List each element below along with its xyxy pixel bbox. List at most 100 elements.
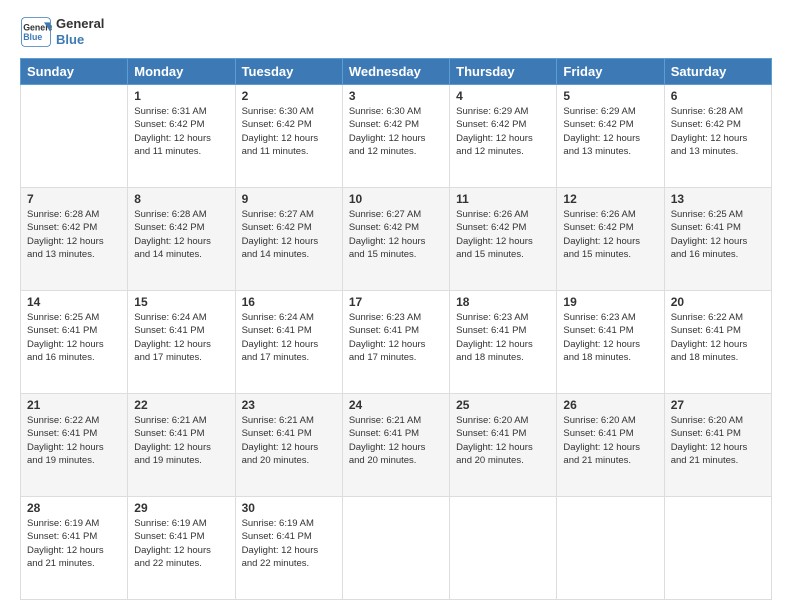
day-number: 9 [242, 192, 336, 206]
calendar-cell [664, 497, 771, 600]
day-info: Sunrise: 6:29 AMSunset: 6:42 PMDaylight:… [563, 105, 657, 158]
calendar-cell: 6Sunrise: 6:28 AMSunset: 6:42 PMDaylight… [664, 85, 771, 188]
day-info: Sunrise: 6:29 AMSunset: 6:42 PMDaylight:… [456, 105, 550, 158]
calendar-cell: 5 Sunrise: 6:29 AMSunset: 6:42 PMDaylight… [557, 85, 664, 188]
calendar-cell: 8 Sunrise: 6:28 AMSunset: 6:42 PMDaylight… [128, 188, 235, 291]
day-number: 13 [671, 192, 765, 206]
day-info: Sunrise: 6:27 AMSunset: 6:42 PMDaylight:… [349, 208, 443, 261]
calendar-cell: 29 Sunrise: 6:19 AMSunset: 6:41 PMDayligh… [128, 497, 235, 600]
week-row-1: 7 Sunrise: 6:28 AMSunset: 6:42 PMDaylight… [21, 188, 772, 291]
day-number: 17 [349, 295, 443, 309]
day-number: 7 [27, 192, 121, 206]
calendar-cell: 3 Sunrise: 6:30 AMSunset: 6:42 PMDaylight… [342, 85, 449, 188]
day-info: Sunrise: 6:23 AMSunset: 6:41 PMDaylight:… [456, 311, 550, 364]
day-number: 11 [456, 192, 550, 206]
header: General Blue General Blue [20, 16, 772, 48]
calendar-cell [557, 497, 664, 600]
calendar-cell: 7 Sunrise: 6:28 AMSunset: 6:42 PMDaylight… [21, 188, 128, 291]
day-number: 10 [349, 192, 443, 206]
calendar-cell: 17 Sunrise: 6:23 AMSunset: 6:41 PMDayligh… [342, 291, 449, 394]
calendar-cell: 4 Sunrise: 6:29 AMSunset: 6:42 PMDaylight… [450, 85, 557, 188]
calendar-cell: 14 Sunrise: 6:25 AMSunset: 6:41 PMDayligh… [21, 291, 128, 394]
day-number: 14 [27, 295, 121, 309]
calendar-cell: 27 Sunrise: 6:20 AMSunset: 6:41 PMDayligh… [664, 394, 771, 497]
day-info: Sunrise: 6:28 AMSunset: 6:42 PMDaylight:… [671, 105, 765, 158]
day-info: Sunrise: 6:23 AMSunset: 6:41 PMDaylight:… [349, 311, 443, 364]
col-header-saturday: Saturday [664, 59, 771, 85]
day-info: Sunrise: 6:20 AMSunset: 6:41 PMDaylight:… [456, 414, 550, 467]
week-row-2: 14 Sunrise: 6:25 AMSunset: 6:41 PMDayligh… [21, 291, 772, 394]
day-number: 26 [563, 398, 657, 412]
logo: General Blue General Blue [20, 16, 104, 48]
calendar-cell: 15Sunrise: 6:24 AMSunset: 6:41 PMDayligh… [128, 291, 235, 394]
calendar-cell: 25Sunrise: 6:20 AMSunset: 6:41 PMDayligh… [450, 394, 557, 497]
week-row-0: 1 Sunrise: 6:31 AMSunset: 6:42 PMDaylight… [21, 85, 772, 188]
day-number: 3 [349, 89, 443, 103]
logo-icon: General Blue [20, 16, 52, 48]
calendar-cell: 23 Sunrise: 6:21 AMSunset: 6:41 PMDayligh… [235, 394, 342, 497]
col-header-thursday: Thursday [450, 59, 557, 85]
day-number: 1 [134, 89, 228, 103]
day-info: Sunrise: 6:28 AMSunset: 6:42 PMDaylight:… [27, 208, 121, 261]
page: General Blue General Blue SundayMondayTu… [0, 0, 792, 612]
day-info: Sunrise: 6:20 AMSunset: 6:41 PMDaylight:… [563, 414, 657, 467]
calendar-cell: 2Sunrise: 6:30 AMSunset: 6:42 PMDaylight… [235, 85, 342, 188]
day-number: 29 [134, 501, 228, 515]
day-number: 27 [671, 398, 765, 412]
col-header-monday: Monday [128, 59, 235, 85]
calendar-cell: 13 Sunrise: 6:25 AMSunset: 6:41 PMDayligh… [664, 188, 771, 291]
day-info: Sunrise: 6:25 AMSunset: 6:41 PMDaylight:… [671, 208, 765, 261]
calendar-cell: 11 Sunrise: 6:26 AMSunset: 6:42 PMDayligh… [450, 188, 557, 291]
day-info: Sunrise: 6:28 AMSunset: 6:42 PMDaylight:… [134, 208, 228, 261]
day-info: Sunrise: 6:23 AMSunset: 6:41 PMDaylight:… [563, 311, 657, 364]
day-info: Sunrise: 6:21 AMSunset: 6:41 PMDaylight:… [134, 414, 228, 467]
day-info: Sunrise: 6:20 AMSunset: 6:41 PMDaylight:… [671, 414, 765, 467]
day-number: 15 [134, 295, 228, 309]
day-number: 23 [242, 398, 336, 412]
day-number: 30 [242, 501, 336, 515]
day-info: Sunrise: 6:30 AMSunset: 6:42 PMDaylight:… [242, 105, 336, 158]
day-number: 8 [134, 192, 228, 206]
day-info: Sunrise: 6:26 AMSunset: 6:42 PMDaylight:… [563, 208, 657, 261]
day-info: Sunrise: 6:19 AMSunset: 6:41 PMDaylight:… [27, 517, 121, 570]
calendar-cell: 18 Sunrise: 6:23 AMSunset: 6:41 PMDayligh… [450, 291, 557, 394]
calendar-cell: 10 Sunrise: 6:27 AMSunset: 6:42 PMDayligh… [342, 188, 449, 291]
calendar-cell: 26 Sunrise: 6:20 AMSunset: 6:41 PMDayligh… [557, 394, 664, 497]
calendar-cell: 20 Sunrise: 6:22 AMSunset: 6:41 PMDayligh… [664, 291, 771, 394]
day-info: Sunrise: 6:22 AMSunset: 6:41 PMDaylight:… [671, 311, 765, 364]
day-info: Sunrise: 6:19 AMSunset: 6:41 PMDaylight:… [242, 517, 336, 570]
calendar-cell: 16 Sunrise: 6:24 AMSunset: 6:41 PMDayligh… [235, 291, 342, 394]
day-info: Sunrise: 6:24 AMSunset: 6:41 PMDaylight:… [242, 311, 336, 364]
col-header-friday: Friday [557, 59, 664, 85]
calendar-cell: 9 Sunrise: 6:27 AMSunset: 6:42 PMDaylight… [235, 188, 342, 291]
calendar-table: SundayMondayTuesdayWednesdayThursdayFrid… [20, 58, 772, 600]
day-number: 16 [242, 295, 336, 309]
calendar-cell: 30 Sunrise: 6:19 AMSunset: 6:41 PMDayligh… [235, 497, 342, 600]
day-info: Sunrise: 6:26 AMSunset: 6:42 PMDaylight:… [456, 208, 550, 261]
calendar-cell: 19Sunrise: 6:23 AMSunset: 6:41 PMDayligh… [557, 291, 664, 394]
day-number: 20 [671, 295, 765, 309]
day-info: Sunrise: 6:19 AMSunset: 6:41 PMDaylight:… [134, 517, 228, 570]
day-number: 12 [563, 192, 657, 206]
day-number: 18 [456, 295, 550, 309]
logo-text-general: General [56, 16, 104, 32]
day-info: Sunrise: 6:25 AMSunset: 6:41 PMDaylight:… [27, 311, 121, 364]
day-number: 5 [563, 89, 657, 103]
calendar-cell: 24 Sunrise: 6:21 AMSunset: 6:41 PMDayligh… [342, 394, 449, 497]
calendar-cell [342, 497, 449, 600]
day-number: 24 [349, 398, 443, 412]
day-info: Sunrise: 6:31 AMSunset: 6:42 PMDaylight:… [134, 105, 228, 158]
week-row-4: 28Sunrise: 6:19 AMSunset: 6:41 PMDayligh… [21, 497, 772, 600]
week-row-3: 21Sunrise: 6:22 AMSunset: 6:41 PMDayligh… [21, 394, 772, 497]
day-info: Sunrise: 6:30 AMSunset: 6:42 PMDaylight:… [349, 105, 443, 158]
svg-text:Blue: Blue [23, 32, 42, 42]
day-number: 4 [456, 89, 550, 103]
day-info: Sunrise: 6:21 AMSunset: 6:41 PMDaylight:… [349, 414, 443, 467]
calendar-cell: 21Sunrise: 6:22 AMSunset: 6:41 PMDayligh… [21, 394, 128, 497]
calendar-cell [450, 497, 557, 600]
col-header-wednesday: Wednesday [342, 59, 449, 85]
day-info: Sunrise: 6:27 AMSunset: 6:42 PMDaylight:… [242, 208, 336, 261]
col-header-sunday: Sunday [21, 59, 128, 85]
day-info: Sunrise: 6:21 AMSunset: 6:41 PMDaylight:… [242, 414, 336, 467]
logo-text-blue: Blue [56, 32, 104, 48]
